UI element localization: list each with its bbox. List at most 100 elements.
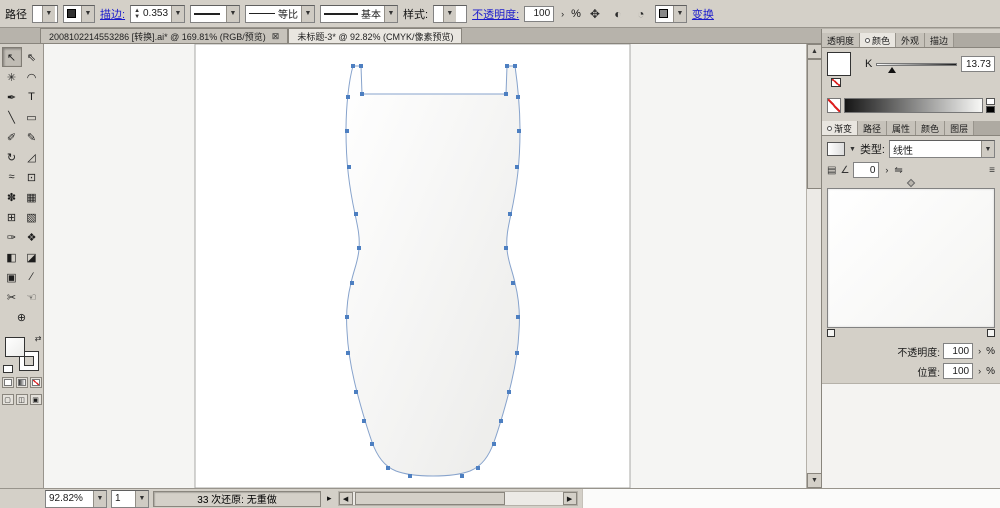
panel-tab-透明度[interactable]: 透明度: [822, 33, 860, 47]
canvas-area[interactable]: [44, 44, 806, 488]
anchor-point[interactable]: [508, 212, 512, 216]
magic-wand-tool[interactable]: ✳: [2, 67, 22, 87]
anchor-point[interactable]: [347, 165, 351, 169]
k-channel-slider[interactable]: [876, 63, 957, 66]
anchor-point[interactable]: [476, 466, 480, 470]
anchor-point[interactable]: [351, 64, 355, 68]
color-button[interactable]: [2, 377, 14, 388]
free-transform-tool[interactable]: ⊡: [22, 167, 42, 187]
zoom-tool[interactable]: ⊕: [12, 307, 32, 327]
warp-tool[interactable]: ≈: [2, 167, 22, 187]
anchor-point[interactable]: [354, 390, 358, 394]
anchor-point[interactable]: [492, 442, 496, 446]
slider-marker[interactable]: [888, 67, 896, 73]
angle-input[interactable]: 0: [853, 162, 879, 178]
anchor-point[interactable]: [504, 92, 508, 96]
anchor-point[interactable]: [408, 474, 412, 478]
anchor-point[interactable]: [362, 419, 366, 423]
opacity-link[interactable]: 不透明度:: [472, 6, 519, 22]
vertical-scrollbar[interactable]: ▲ ▼: [806, 44, 821, 488]
transform-link[interactable]: 变换: [692, 6, 714, 22]
none-button[interactable]: [30, 377, 42, 388]
blend-tool[interactable]: ❖: [22, 227, 42, 247]
symbol-sprayer-tool[interactable]: ✽: [2, 187, 22, 207]
quick-actions-dropdown[interactable]: ▼: [655, 5, 687, 23]
opacity-input[interactable]: 100: [524, 6, 554, 22]
hand-tool[interactable]: ☜: [22, 287, 42, 307]
panel-tab-路径[interactable]: 路径: [858, 121, 887, 135]
scrollbar-thumb[interactable]: [355, 492, 505, 505]
grayscale-ramp[interactable]: [844, 98, 983, 113]
lasso-tool[interactable]: ◠: [22, 67, 42, 87]
anchor-point[interactable]: [516, 315, 520, 319]
anchor-point[interactable]: [517, 129, 521, 133]
graph-tool[interactable]: ▦: [22, 187, 42, 207]
anchor-point[interactable]: [370, 442, 374, 446]
stroke-weight-link[interactable]: 描边:: [100, 6, 125, 22]
anchor-point[interactable]: [345, 129, 349, 133]
selection-tool[interactable]: ↖: [2, 47, 22, 67]
gradient-stop-end[interactable]: [987, 329, 995, 337]
slice-tool[interactable]: ∕: [22, 267, 42, 287]
anchor-point[interactable]: [516, 95, 520, 99]
anchor-point[interactable]: [511, 281, 515, 285]
live-paint-bucket-tool[interactable]: ◧: [2, 247, 22, 267]
mask-icon[interactable]: ◐: [609, 5, 627, 23]
stroke-weight-value[interactable]: 0.353: [140, 8, 168, 19]
fill-color-swatch[interactable]: [827, 52, 851, 76]
direct-selection-tool[interactable]: ⇖: [22, 47, 42, 67]
gradient-type-dropdown[interactable]: 线性 ▼: [889, 140, 995, 158]
panel-tab-描边[interactable]: 描边: [925, 33, 954, 47]
document-tab[interactable]: 未标题-3* @ 92.82% (CMYK/像素预览): [288, 28, 462, 43]
panel-tab-属性[interactable]: 属性: [887, 121, 916, 135]
anchor-point[interactable]: [504, 246, 508, 250]
anchor-point[interactable]: [513, 64, 517, 68]
horizontal-scrollbar[interactable]: ◀ ▶: [338, 491, 578, 506]
type-tool[interactable]: T: [22, 87, 42, 107]
stroke-line-dropdown[interactable]: ▼: [190, 5, 240, 23]
status-next-icon[interactable]: ▸: [325, 493, 334, 504]
anchor-point[interactable]: [515, 351, 519, 355]
selected-path[interactable]: [346, 66, 520, 476]
panel-tab-颜色[interactable]: 颜色: [860, 33, 896, 47]
anchor-point[interactable]: [515, 165, 519, 169]
stroke-weight-stepper[interactable]: ▲▼ 0.353 ▼: [130, 5, 185, 23]
scroll-right-icon[interactable]: ▶: [563, 492, 577, 505]
eyedropper-tool[interactable]: ✑: [2, 227, 22, 247]
isolate-mode-icon[interactable]: ◔: [632, 5, 650, 23]
anchor-point[interactable]: [460, 474, 464, 478]
crop-area-tool[interactable]: ▣: [2, 267, 22, 287]
scroll-up-icon[interactable]: ▲: [807, 44, 822, 59]
panel-tab-渐变[interactable]: 渐变: [822, 121, 858, 135]
location-stepper-icon[interactable]: ›: [976, 366, 983, 376]
gradient-location-input[interactable]: 100: [943, 363, 973, 379]
anchor-point[interactable]: [360, 92, 364, 96]
fill-style-dropdown[interactable]: ▼: [63, 5, 95, 23]
swap-fill-stroke-icon[interactable]: ⇄: [35, 334, 42, 343]
pencil-tool[interactable]: ✎: [22, 127, 42, 147]
recolor-artwork-icon[interactable]: ✥: [586, 5, 604, 23]
angle-stepper-icon[interactable]: ›: [883, 165, 890, 175]
zoom-level-dropdown[interactable]: 92.82% ▼: [45, 490, 107, 508]
normal-screen-mode-button[interactable]: ▢: [2, 394, 14, 405]
scroll-down-icon[interactable]: ▼: [807, 473, 822, 488]
opacity-stepper-icon[interactable]: ›: [976, 346, 983, 356]
live-paint-selection-tool[interactable]: ◪: [22, 247, 42, 267]
gradient-swatch[interactable]: [827, 142, 845, 156]
scroll-left-icon[interactable]: ◀: [339, 492, 353, 505]
gradient-midpoint-marker[interactable]: [907, 179, 915, 187]
brush-definition-dropdown[interactable]: 基本▼: [320, 5, 398, 23]
full-screen-menu-mode-button[interactable]: ◫: [16, 394, 28, 405]
anchor-point[interactable]: [505, 64, 509, 68]
pen-tool[interactable]: ✒: [2, 87, 22, 107]
gradient-stop-start[interactable]: [827, 329, 835, 337]
anchor-point[interactable]: [346, 95, 350, 99]
gradient-opacity-input[interactable]: 100: [943, 343, 973, 359]
none-swatch[interactable]: [827, 98, 841, 113]
none-stroke-swatch[interactable]: [831, 78, 841, 87]
style-dropdown[interactable]: ▼: [433, 5, 467, 23]
rotate-tool[interactable]: ↻: [2, 147, 22, 167]
chevron-down-icon[interactable]: ▼: [849, 146, 856, 153]
gradient-button[interactable]: [16, 377, 28, 388]
tab-close-icon[interactable]: ⊠: [272, 31, 280, 42]
